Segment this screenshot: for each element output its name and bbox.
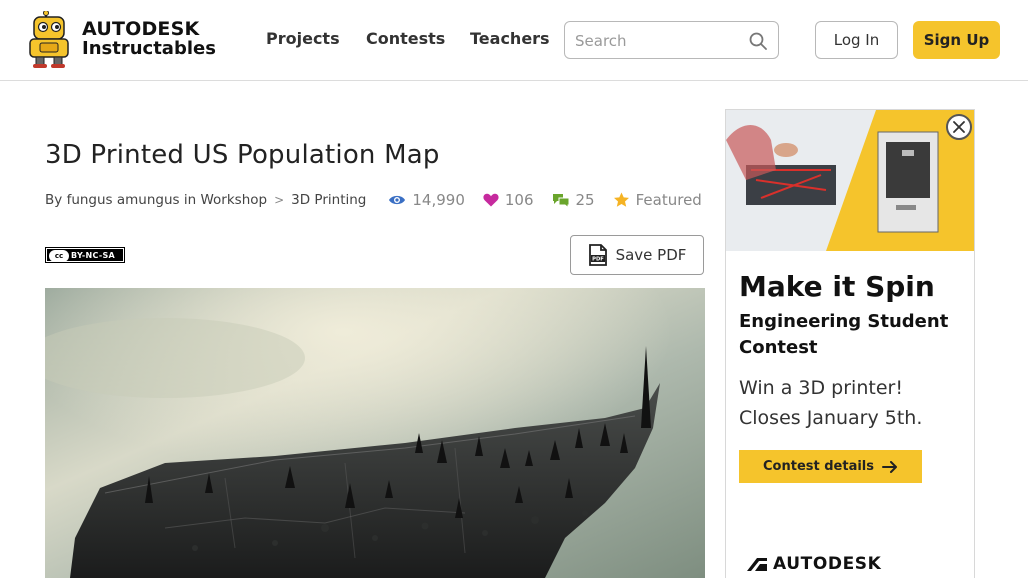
article-meta: By fungus amungus in Workshop > 3D Print… <box>45 191 702 209</box>
robot-logo-icon <box>29 11 69 68</box>
save-pdf-label: Save PDF <box>615 246 687 264</box>
nav-projects[interactable]: Projects <box>266 29 340 48</box>
ad-photo <box>726 110 974 251</box>
save-pdf-button[interactable]: PDF Save PDF <box>570 235 704 275</box>
close-icon <box>953 121 965 133</box>
in-label: in <box>183 192 197 208</box>
signup-button[interactable]: Sign Up <box>913 21 1000 59</box>
star-icon <box>613 192 629 207</box>
breadcrumb-separator: > <box>274 193 285 207</box>
comments-count: 25 <box>575 191 595 209</box>
instructables-logo[interactable]: AUTODESK Instructables <box>28 11 216 69</box>
pdf-icon: PDF <box>588 244 607 266</box>
category-link[interactable]: Workshop <box>200 192 267 208</box>
search-box <box>564 21 779 59</box>
svg-text:PDF: PDF <box>592 257 604 263</box>
ad-headline: Make it Spin <box>739 270 935 303</box>
ad-brand-label: AUTODESK <box>773 554 882 574</box>
views-stat: 14,990 <box>388 191 465 209</box>
ad-body: Win a 3D printer! Closes January 5th. <box>739 373 964 433</box>
author-link[interactable]: fungus amungus <box>67 192 180 208</box>
ad-body-line1: Win a 3D printer! <box>739 377 903 399</box>
subcategory-link[interactable]: 3D Printing <box>291 192 366 208</box>
hero-image <box>45 288 705 578</box>
featured-label: Featured <box>635 191 702 209</box>
cc-license-badge[interactable]: cc BY-NC-SA <box>45 247 125 263</box>
ad-body-line2: Closes January 5th. <box>739 407 923 429</box>
autodesk-logo-icon <box>747 558 767 571</box>
comments-stat: 25 <box>552 191 595 209</box>
ad-close-button[interactable] <box>946 114 972 140</box>
arrow-right-icon <box>882 460 897 473</box>
license-label: BY-NC-SA <box>71 251 116 260</box>
eye-icon <box>389 195 406 205</box>
site-header: AUTODESK Instructables Projects Contests… <box>0 0 1028 81</box>
comments-icon <box>552 193 570 208</box>
favorites-stat: 106 <box>483 191 534 209</box>
brand-instructables-text: Instructables <box>82 38 216 59</box>
search-icon[interactable] <box>748 31 768 51</box>
login-button[interactable]: Log In <box>815 21 898 59</box>
contest-ad[interactable]: Make it Spin Engineering Student Contest… <box>725 109 975 578</box>
views-count: 14,990 <box>412 191 465 209</box>
license-badge-fill: cc BY-NC-SA <box>47 249 123 262</box>
population-map-photo <box>45 288 705 578</box>
search-input[interactable] <box>575 30 745 52</box>
contest-details-label: Contest details <box>763 459 874 474</box>
favorites-count: 106 <box>504 191 534 209</box>
ad-subheadline: Engineering Student Contest <box>739 311 949 358</box>
nav-teachers[interactable]: Teachers <box>470 29 550 48</box>
brand-autodesk-text: AUTODESK <box>82 18 200 40</box>
ad-brand: AUTODESK <box>747 554 881 574</box>
nav-contests[interactable]: Contests <box>366 29 445 48</box>
page-title: 3D Printed US Population Map <box>45 140 440 170</box>
featured-stat: Featured <box>613 191 702 209</box>
by-label: By <box>45 192 63 208</box>
heart-icon <box>483 193 499 207</box>
cc-icon: cc <box>49 250 69 262</box>
contest-details-button[interactable]: Contest details <box>739 450 922 483</box>
